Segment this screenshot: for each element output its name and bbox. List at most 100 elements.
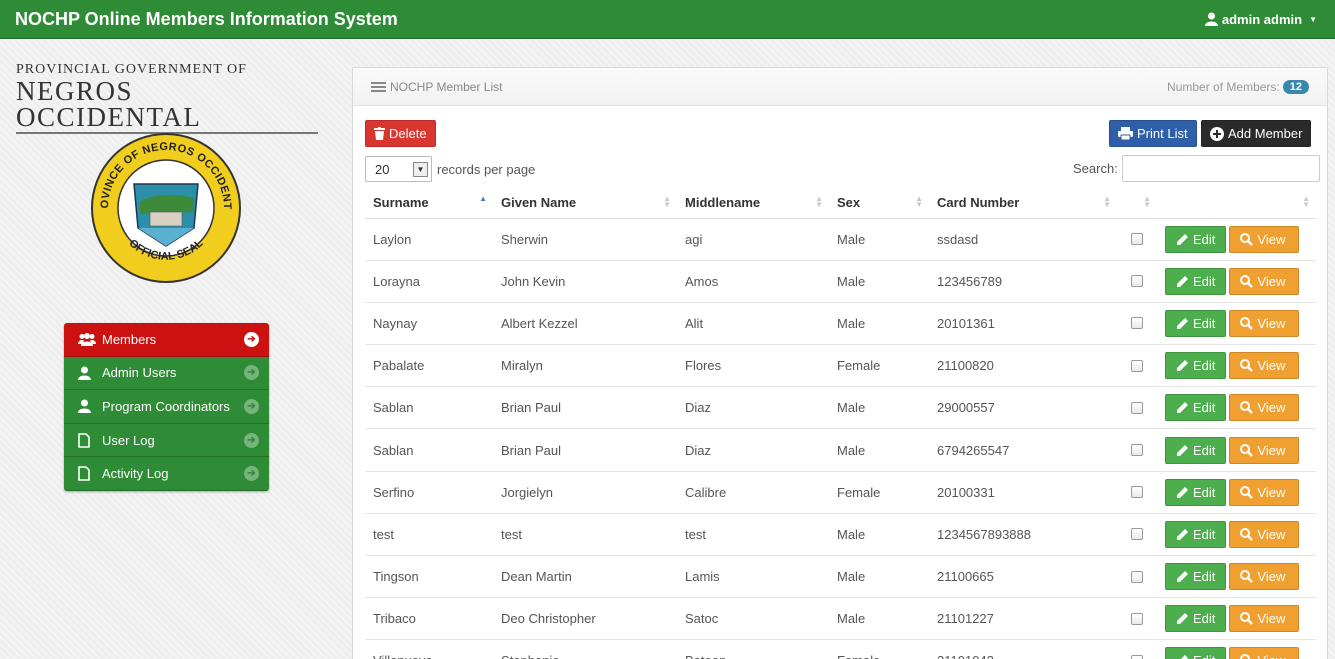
add-member-button[interactable]: Add Member bbox=[1201, 120, 1312, 147]
edit-button[interactable]: Edit bbox=[1165, 394, 1227, 422]
plus-circle-icon bbox=[1210, 126, 1224, 141]
cell-surname: Naynay bbox=[365, 302, 493, 346]
edit-label: Edit bbox=[1193, 231, 1216, 247]
sidebar-item-members[interactable]: Members ➔ bbox=[64, 323, 269, 357]
cell-middlename: Satoc bbox=[677, 597, 829, 641]
cell-select bbox=[1117, 428, 1157, 472]
search-icon bbox=[1240, 527, 1254, 541]
member-count-badge: 12 bbox=[1282, 79, 1309, 94]
sidebar-item-activity-log[interactable]: Activity Log ➔ bbox=[64, 457, 269, 491]
view-button[interactable]: View bbox=[1229, 647, 1300, 659]
view-button[interactable]: View bbox=[1229, 352, 1300, 380]
cell-card-number: ssdasd bbox=[929, 218, 1117, 261]
table-row: Laylon Sherwin agi Male ssdasd Edit View bbox=[365, 218, 1316, 261]
view-label: View bbox=[1257, 273, 1286, 289]
cell-actions: Edit View bbox=[1157, 471, 1316, 514]
province-logo: PROVINCIAL GOVERNMENT OF NEGROS OCCIDENT… bbox=[16, 62, 318, 134]
row-checkbox[interactable] bbox=[1131, 612, 1143, 625]
row-checkbox[interactable] bbox=[1131, 401, 1143, 414]
search-icon bbox=[1240, 316, 1254, 330]
view-button[interactable]: View bbox=[1229, 394, 1300, 422]
row-checkbox[interactable] bbox=[1131, 233, 1143, 246]
column-header-given-name[interactable]: Given Name ▲ ▼ bbox=[493, 188, 677, 219]
sidebar-item-label: Program Coordinators bbox=[102, 398, 230, 414]
edit-button[interactable]: Edit bbox=[1165, 647, 1227, 659]
view-label: View bbox=[1257, 231, 1286, 247]
delete-button[interactable]: Delete bbox=[365, 120, 436, 147]
cell-sex: Male bbox=[829, 513, 929, 557]
edit-label: Edit bbox=[1193, 611, 1216, 627]
edit-button[interactable]: Edit bbox=[1165, 520, 1227, 548]
cell-given-name: Stephanie bbox=[493, 639, 677, 659]
official-seal-image: PROVINCE OF NEGROS OCCIDENTAL OFFICIAL S… bbox=[90, 132, 241, 283]
row-checkbox[interactable] bbox=[1131, 275, 1143, 288]
add-member-label: Add Member bbox=[1228, 126, 1303, 141]
cell-select bbox=[1117, 218, 1157, 261]
page-length-select[interactable]: 20 ▼ bbox=[365, 156, 432, 182]
row-checkbox[interactable] bbox=[1131, 654, 1143, 659]
cell-actions: Edit View bbox=[1157, 428, 1316, 472]
cell-select bbox=[1117, 344, 1157, 388]
cell-sex: Male bbox=[829, 218, 929, 261]
table-row: Serfino Jorgielyn Calibre Female 20100331 Edi… bbox=[365, 471, 1316, 514]
edit-button[interactable]: Edit bbox=[1165, 563, 1227, 591]
column-header-select[interactable]: ▲ ▼ bbox=[1117, 188, 1157, 219]
cell-sex: Male bbox=[829, 597, 929, 641]
print-icon bbox=[1118, 127, 1133, 140]
search-input[interactable] bbox=[1121, 155, 1320, 182]
table-row: Tingson Dean Martin Lamis Male 21100665 Edit V… bbox=[365, 555, 1316, 599]
pencil-icon bbox=[1177, 571, 1188, 583]
cell-middlename: Diaz bbox=[677, 386, 829, 430]
view-button[interactable]: View bbox=[1229, 605, 1300, 633]
cell-middlename: Batoon bbox=[677, 639, 829, 659]
view-button[interactable]: View bbox=[1229, 267, 1300, 295]
pencil-icon bbox=[1177, 613, 1188, 625]
row-checkbox[interactable] bbox=[1131, 570, 1143, 583]
view-button[interactable]: View bbox=[1229, 520, 1300, 548]
column-header-middlename[interactable]: Middlename ▲ ▼ bbox=[677, 188, 829, 219]
view-label: View bbox=[1257, 442, 1286, 458]
edit-button[interactable]: Edit bbox=[1165, 267, 1227, 295]
view-button[interactable]: View bbox=[1229, 563, 1300, 591]
table-row: Pabalate Miralyn Flores Female 21100820 Edit V… bbox=[365, 344, 1316, 388]
cell-given-name: Dean Martin bbox=[493, 555, 677, 599]
table-row: Sablan Brian Paul Diaz Male 6794265547 Edit Vi… bbox=[365, 428, 1316, 472]
edit-button[interactable]: Edit bbox=[1165, 352, 1227, 380]
column-header-actions[interactable]: ▲ ▼ bbox=[1157, 188, 1316, 219]
sidebar-item-admin-users[interactable]: Admin Users ➔ bbox=[64, 356, 269, 391]
cell-middlename: Calibre bbox=[677, 471, 829, 514]
column-header-sex[interactable]: Sex ▲ ▼ bbox=[829, 188, 929, 219]
row-checkbox[interactable] bbox=[1131, 317, 1143, 330]
logo-line2: NEGROS OCCIDENTAL bbox=[16, 78, 318, 134]
cell-actions: Edit View bbox=[1157, 639, 1316, 659]
member-count-label: Number of Members: bbox=[1167, 79, 1280, 94]
cell-surname: Lorayna bbox=[365, 260, 493, 303]
edit-button[interactable]: Edit bbox=[1165, 605, 1227, 633]
row-checkbox[interactable] bbox=[1131, 444, 1143, 457]
column-header-surname[interactable]: Surname ▲ bbox=[365, 188, 493, 219]
edit-button[interactable]: Edit bbox=[1165, 309, 1227, 337]
view-button[interactable]: View bbox=[1229, 309, 1300, 337]
view-button[interactable]: View bbox=[1229, 478, 1300, 506]
sidebar-item-user-log[interactable]: User Log ➔ bbox=[64, 423, 269, 458]
user-menu[interactable]: admin admin ▼ bbox=[1204, 12, 1317, 27]
sidebar-item-program-coordinators[interactable]: Program Coordinators ➔ bbox=[64, 390, 269, 424]
sort-icon: ▲ ▼ bbox=[915, 194, 923, 209]
edit-button[interactable]: Edit bbox=[1165, 225, 1227, 253]
cell-actions: Edit View bbox=[1157, 555, 1316, 599]
pencil-icon bbox=[1177, 528, 1188, 540]
cell-sex: Male bbox=[829, 386, 929, 430]
cell-select bbox=[1117, 260, 1157, 303]
view-button[interactable]: View bbox=[1229, 436, 1300, 464]
row-checkbox[interactable] bbox=[1131, 486, 1143, 499]
view-button[interactable]: View bbox=[1229, 225, 1300, 253]
row-checkbox[interactable] bbox=[1131, 359, 1143, 372]
edit-label: Edit bbox=[1193, 653, 1215, 659]
print-list-button[interactable]: Print List bbox=[1109, 120, 1197, 147]
row-checkbox[interactable] bbox=[1131, 528, 1143, 541]
column-header-card-number[interactable]: Card Number ▲ ▼ bbox=[929, 188, 1117, 219]
cell-given-name: John Kevin bbox=[493, 260, 677, 303]
edit-button[interactable]: Edit bbox=[1165, 436, 1227, 464]
cell-card-number: 20101361 bbox=[929, 302, 1117, 346]
edit-button[interactable]: Edit bbox=[1165, 478, 1227, 506]
